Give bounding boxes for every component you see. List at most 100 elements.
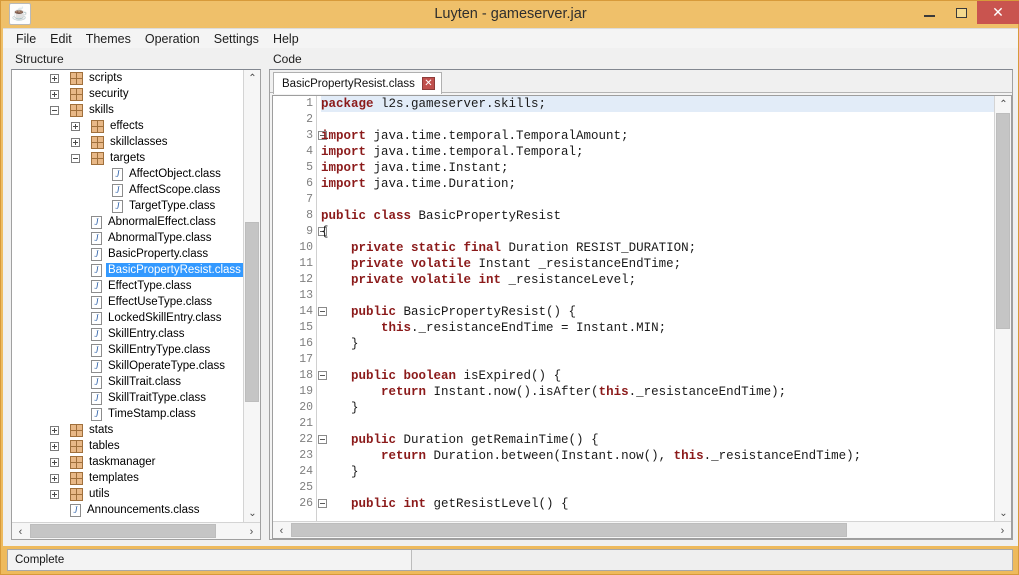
- tree-scroll-up-button[interactable]: ⌃: [244, 70, 260, 87]
- code-line[interactable]: }: [321, 336, 995, 352]
- code-token: }: [321, 401, 359, 415]
- tree-item-stats[interactable]: stats: [12, 422, 243, 438]
- structure-tree[interactable]: scripts security skills effects skillclasses…: [12, 70, 243, 522]
- code-line[interactable]: public int getResistLevel() {: [321, 496, 995, 512]
- collapse-icon[interactable]: [71, 153, 80, 163]
- expand-icon[interactable]: [50, 457, 59, 467]
- code-horizontal-scroll-thumb[interactable]: [291, 523, 847, 537]
- tree-item-utils[interactable]: utils: [12, 486, 243, 502]
- tree-item-affectscope[interactable]: J AffectScope.class: [12, 182, 243, 198]
- tree-item-lockedskillentry[interactable]: J LockedSkillEntry.class: [12, 310, 243, 326]
- tree-scroll-down-button[interactable]: ⌄: [244, 505, 260, 522]
- tree-item-basicpropertyresist[interactable]: J BasicPropertyResist.class: [12, 262, 243, 278]
- tree-item-label: templates: [89, 472, 139, 484]
- tree-item-announcements[interactable]: J Announcements.class: [12, 502, 243, 518]
- tree-item-effectusetype[interactable]: J EffectUseType.class: [12, 294, 243, 310]
- code-line[interactable]: private static final Duration RESIST_DUR…: [321, 240, 995, 256]
- code-line[interactable]: import java.time.Instant;: [321, 160, 995, 176]
- menu-edit[interactable]: Edit: [43, 30, 79, 48]
- expand-icon[interactable]: [50, 89, 59, 99]
- code-line[interactable]: return Instant.now().isAfter(this._resis…: [321, 384, 995, 400]
- tree-item-security[interactable]: security: [12, 86, 243, 102]
- tree-item-skilltraittype[interactable]: J SkillTraitType.class: [12, 390, 243, 406]
- expand-icon[interactable]: [50, 441, 59, 451]
- code-text-area[interactable]: package l2s.gameserver.skills; import jav…: [321, 96, 995, 522]
- tree-item-basicproperty[interactable]: J BasicProperty.class: [12, 246, 243, 262]
- code-line[interactable]: [321, 416, 995, 432]
- code-line[interactable]: }: [321, 464, 995, 480]
- tree-scroll-right-button[interactable]: ›: [243, 523, 260, 539]
- code-line[interactable]: public boolean isExpired() {: [321, 368, 995, 384]
- tree-item-abnormaleffect[interactable]: J AbnormalEffect.class: [12, 214, 243, 230]
- code-vertical-scroll-thumb[interactable]: [996, 113, 1010, 329]
- code-horizontal-scrollbar[interactable]: ‹ ›: [273, 521, 1011, 538]
- tree-vertical-scroll-thumb[interactable]: [245, 222, 259, 402]
- code-line[interactable]: }: [321, 400, 995, 416]
- expand-icon[interactable]: [71, 137, 80, 147]
- tree-item-effecttype[interactable]: J EffectType.class: [12, 278, 243, 294]
- code-line[interactable]: public Duration getRemainTime() {: [321, 432, 995, 448]
- code-line[interactable]: private volatile int _resistanceLevel;: [321, 272, 995, 288]
- code-editor[interactable]: 1 2 3 4 5 6 7 8 9 10 11 12 13 14 15 16 17 18 19 20 21 22 23 24 2…: [272, 95, 1012, 539]
- code-line[interactable]: import java.time.Duration;: [321, 176, 995, 192]
- tree-item-label: AbnormalType.class: [108, 232, 212, 244]
- menu-operation[interactable]: Operation: [138, 30, 207, 48]
- tree-item-abnormaltype[interactable]: J AbnormalType.class: [12, 230, 243, 246]
- tree-item-targets[interactable]: targets: [12, 150, 243, 166]
- tree-item-templates[interactable]: templates: [12, 470, 243, 486]
- code-line[interactable]: public class BasicPropertyResist: [321, 208, 995, 224]
- tree-item-skillclasses[interactable]: skillclasses: [12, 134, 243, 150]
- tree-item-skills[interactable]: skills: [12, 102, 243, 118]
- code-vertical-scrollbar[interactable]: ⌃ ⌄: [994, 96, 1011, 522]
- maximize-button[interactable]: [945, 1, 977, 24]
- expand-icon[interactable]: [50, 473, 59, 483]
- tree-item-scripts[interactable]: scripts: [12, 70, 243, 86]
- tree-item-skillentry[interactable]: J SkillEntry.class: [12, 326, 243, 342]
- minimize-button[interactable]: [913, 1, 945, 24]
- line-number: 17: [299, 353, 313, 366]
- code-line[interactable]: private volatile Instant _resistanceEndT…: [321, 256, 995, 272]
- tree-item-targettype[interactable]: J TargetType.class: [12, 198, 243, 214]
- code-line[interactable]: package l2s.gameserver.skills;: [321, 96, 995, 112]
- menu-settings[interactable]: Settings: [207, 30, 266, 48]
- menu-file[interactable]: File: [9, 30, 43, 48]
- code-line[interactable]: [321, 288, 995, 304]
- tab-basicpropertyresist[interactable]: BasicPropertyResist.class ✕: [273, 72, 442, 94]
- code-scroll-left-button[interactable]: ‹: [273, 522, 290, 538]
- code-line[interactable]: {: [321, 224, 995, 240]
- expand-icon[interactable]: [50, 73, 59, 83]
- code-line[interactable]: [321, 352, 995, 368]
- code-line[interactable]: [321, 112, 995, 128]
- tree-scroll-left-button[interactable]: ‹: [12, 523, 29, 539]
- expand-icon[interactable]: [71, 121, 80, 131]
- code-scroll-up-button[interactable]: ⌃: [995, 96, 1011, 113]
- tree-item-skilloperatetype[interactable]: J SkillOperateType.class: [12, 358, 243, 374]
- code-line[interactable]: public BasicPropertyResist() {: [321, 304, 995, 320]
- line-number: 24: [299, 465, 313, 478]
- code-line[interactable]: return Duration.between(Instant.now(), t…: [321, 448, 995, 464]
- collapse-icon[interactable]: [50, 105, 59, 115]
- code-line[interactable]: [321, 192, 995, 208]
- tab-close-icon[interactable]: ✕: [421, 77, 435, 90]
- code-line[interactable]: import java.time.temporal.Temporal;: [321, 144, 995, 160]
- code-scroll-right-button[interactable]: ›: [994, 522, 1011, 538]
- tree-item-skilltrait[interactable]: J SkillTrait.class: [12, 374, 243, 390]
- menu-help[interactable]: Help: [266, 30, 306, 48]
- tree-horizontal-scroll-thumb[interactable]: [30, 524, 216, 538]
- tree-vertical-scrollbar[interactable]: ⌃ ⌄: [243, 70, 260, 522]
- tree-item-affectobject[interactable]: J AffectObject.class: [12, 166, 243, 182]
- tree-item-tables[interactable]: tables: [12, 438, 243, 454]
- expand-icon[interactable]: [50, 425, 59, 435]
- close-button[interactable]: ✕: [977, 1, 1019, 24]
- tree-horizontal-scrollbar[interactable]: ‹ ›: [12, 522, 260, 539]
- code-scroll-down-button[interactable]: ⌄: [995, 505, 1011, 522]
- code-line[interactable]: import java.time.temporal.TemporalAmount…: [321, 128, 995, 144]
- tree-item-timestamp[interactable]: J TimeStamp.class: [12, 406, 243, 422]
- tree-item-skillentrytype[interactable]: J SkillEntryType.class: [12, 342, 243, 358]
- expand-icon[interactable]: [50, 489, 59, 499]
- code-line[interactable]: this._resistanceEndTime = Instant.MIN;: [321, 320, 995, 336]
- tree-item-effects[interactable]: effects: [12, 118, 243, 134]
- code-line[interactable]: [321, 480, 995, 496]
- tree-item-taskmanager[interactable]: taskmanager: [12, 454, 243, 470]
- menu-themes[interactable]: Themes: [79, 30, 138, 48]
